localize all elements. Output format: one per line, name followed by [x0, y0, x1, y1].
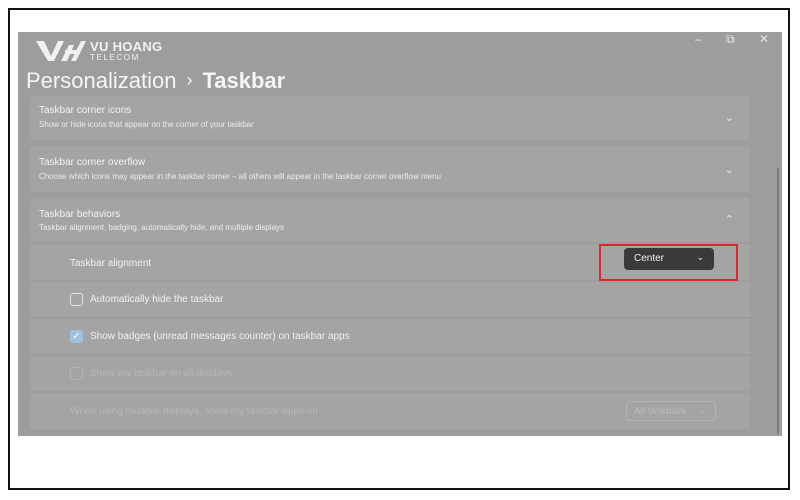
chevron-up-icon[interactable]: ⌃	[725, 214, 734, 226]
chevron-down-icon: ⌄	[699, 405, 707, 415]
card-description: Taskbar alignment, badging, automaticall…	[39, 223, 285, 232]
multi-display-label: When using multiple displays, show my ta…	[70, 406, 318, 417]
badges-row: ✓ Show badges (unread messages counter) …	[30, 319, 750, 354]
page-title: Taskbar	[202, 68, 286, 93]
vh-logo-icon	[36, 41, 86, 61]
all-displays-row: Show my taskbar on all displays	[30, 356, 750, 391]
close-icon[interactable]: ✕	[759, 32, 769, 46]
chevron-down-icon[interactable]: ⌄	[725, 112, 734, 124]
highlight-box	[599, 244, 738, 281]
brand-name: VU HOANG	[90, 39, 163, 54]
maximize-icon[interactable]: ⧉	[726, 32, 735, 46]
breadcrumb-parent[interactable]: Personalization	[26, 68, 176, 93]
breadcrumb: Personalization › Taskbar	[26, 68, 285, 94]
checkmark-icon: ✓	[72, 331, 81, 342]
settings-window: VU HOANG TELECOM – ⧉ ✕ Personalization › T…	[18, 32, 782, 436]
taskbar-corner-icons-card[interactable]: Taskbar corner icons Show or hide icons …	[30, 96, 750, 140]
minimize-icon[interactable]: –	[695, 32, 702, 46]
card-title: Taskbar corner icons	[39, 105, 132, 116]
scrollbar[interactable]	[777, 168, 779, 434]
badges-checkbox[interactable]: ✓	[70, 330, 83, 343]
multi-display-value: All taskbars	[634, 406, 686, 417]
taskbar-corner-overflow-card[interactable]: Taskbar corner overflow Choose which ico…	[30, 146, 750, 192]
all-displays-label: Show my taskbar on all displays	[90, 368, 233, 379]
brand-logo: VU HOANG TELECOM	[34, 36, 162, 66]
chevron-down-icon[interactable]: ⌄	[725, 164, 734, 176]
multi-display-dropdown[interactable]: All taskbars ⌄	[626, 401, 716, 421]
taskbar-behaviors-card[interactable]: Taskbar behaviors Taskbar alignment, bad…	[30, 198, 750, 242]
breadcrumb-separator-icon: ›	[186, 70, 193, 90]
card-description: Choose which icons may appear in the tas…	[39, 172, 441, 181]
all-displays-checkbox[interactable]	[70, 367, 83, 380]
alignment-label: Taskbar alignment	[70, 258, 152, 269]
card-title: Taskbar corner overflow	[39, 157, 146, 168]
card-title: Taskbar behaviors	[39, 209, 121, 220]
brand-sub: TELECOM	[90, 53, 140, 62]
auto-hide-label: Automatically hide the taskbar	[90, 294, 224, 305]
auto-hide-row: Automatically hide the taskbar	[30, 282, 750, 317]
card-description: Show or hide icons that appear on the co…	[39, 120, 254, 129]
auto-hide-checkbox[interactable]	[70, 293, 83, 306]
badges-label: Show badges (unread messages counter) on…	[90, 331, 350, 342]
